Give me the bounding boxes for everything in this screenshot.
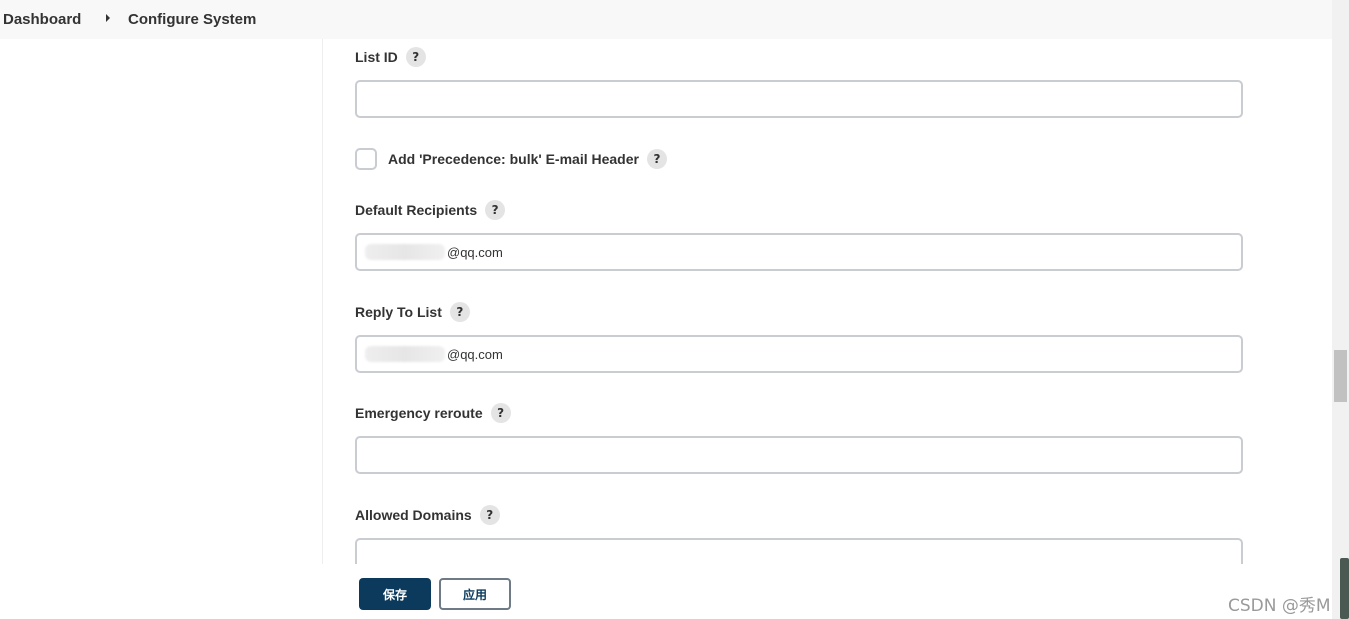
default-recipients-value: @qq.com <box>447 244 503 260</box>
emergency-reroute-label: Emergency reroute ? <box>355 403 511 423</box>
floating-widget-icon[interactable] <box>1340 558 1349 619</box>
breadcrumb-dashboard-link[interactable]: Dashboard <box>3 11 81 28</box>
help-icon[interactable]: ? <box>405 47 426 67</box>
emergency-reroute-input[interactable] <box>355 436 1243 474</box>
redacted-email-mask <box>365 346 445 362</box>
default-recipients-label: Default Recipients ? <box>355 200 506 220</box>
scrollbar-track[interactable] <box>1332 0 1349 619</box>
breadcrumb: Dashboard Configure System <box>0 0 1332 39</box>
help-icon[interactable]: ? <box>490 403 511 423</box>
apply-button[interactable]: 应用 <box>439 578 511 610</box>
reply-to-list-input[interactable]: @qq.com <box>355 335 1243 373</box>
default-recipients-label-text: Default Recipients <box>355 202 478 218</box>
watermark: CSDN @秀M <box>1228 596 1331 616</box>
list-id-label: List ID ? <box>355 47 426 67</box>
reply-to-list-label: Reply To List ? <box>355 302 470 322</box>
precedence-bulk-checkbox[interactable] <box>355 148 377 170</box>
breadcrumb-separator-icon[interactable] <box>106 14 110 22</box>
list-id-label-text: List ID <box>355 49 398 65</box>
sidebar-divider <box>322 39 323 564</box>
allowed-domains-label: Allowed Domains ? <box>355 505 500 525</box>
breadcrumb-configure-system-link[interactable]: Configure System <box>128 11 256 28</box>
bottom-action-bar <box>0 564 1332 619</box>
help-icon[interactable]: ? <box>449 302 470 322</box>
help-icon[interactable]: ? <box>479 505 500 525</box>
emergency-reroute-label-text: Emergency reroute <box>355 405 483 421</box>
help-icon[interactable]: ? <box>646 149 667 169</box>
default-recipients-input[interactable]: @qq.com <box>355 233 1243 271</box>
precedence-bulk-label-text[interactable]: Add 'Precedence: bulk' E-mail Header <box>388 151 639 167</box>
reply-to-list-label-text: Reply To List <box>355 304 442 320</box>
redacted-email-mask <box>365 244 445 260</box>
precedence-bulk-label: Add 'Precedence: bulk' E-mail Header ? <box>388 149 667 169</box>
list-id-input[interactable] <box>355 80 1243 118</box>
save-button[interactable]: 保存 <box>359 578 431 610</box>
scrollbar-thumb[interactable] <box>1334 350 1347 402</box>
allowed-domains-label-text: Allowed Domains <box>355 507 472 523</box>
help-icon[interactable]: ? <box>485 200 506 220</box>
reply-to-list-value: @qq.com <box>447 346 503 362</box>
